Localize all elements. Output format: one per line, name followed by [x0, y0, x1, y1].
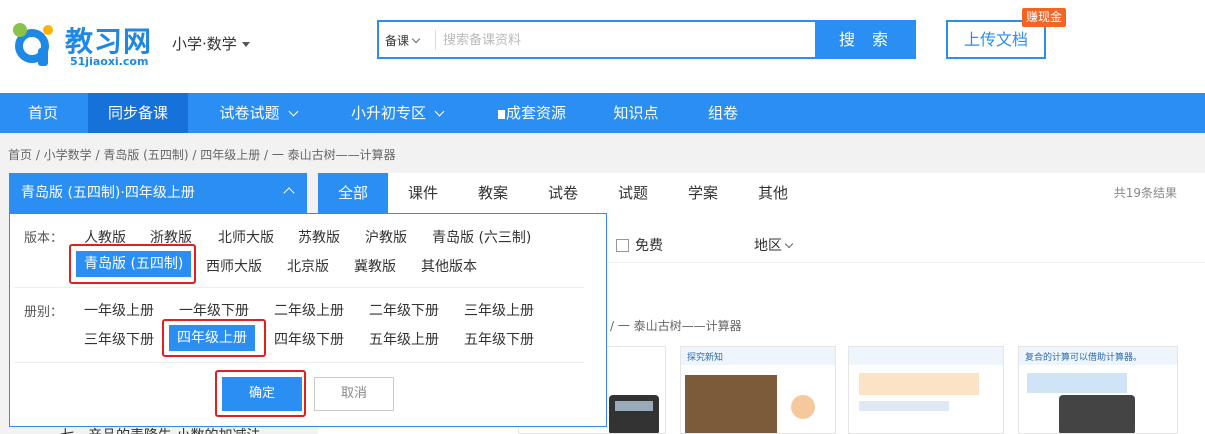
- tab-label: 全部: [337, 184, 368, 202]
- header: 教习网 51jiaoxi.com 小学·数学 备课 搜 索 上传文档 赚现金: [0, 0, 1205, 93]
- resource-path: / 一 泰山古树——计算器: [610, 319, 742, 333]
- edition-option[interactable]: 苏教版: [298, 227, 340, 247]
- subject-label: 小学·数学: [172, 35, 237, 53]
- resource-tabs: 全部 课件 教案 试卷 试题 学案 其他 共19条结果: [318, 173, 1205, 213]
- divider: [608, 262, 1205, 263]
- logo-text: 教习网: [65, 25, 153, 58]
- volume-option[interactable]: 四年级下册: [274, 329, 344, 349]
- nav-item-label: 成套资源: [505, 104, 566, 122]
- edition-option[interactable]: 青岛版 (六三制): [432, 227, 531, 247]
- search-input[interactable]: [443, 28, 803, 52]
- edition-label: 版本：: [24, 231, 64, 246]
- thumb-title: 探究新知: [687, 353, 724, 363]
- tab-label: 试卷: [547, 184, 578, 202]
- volume-label: 册别：: [24, 305, 64, 320]
- subject-selector[interactable]: 小学·数学: [172, 33, 250, 54]
- volume-option-selected[interactable]: 四年级上册: [169, 325, 255, 351]
- tab-label: 试题: [617, 184, 648, 202]
- search-box: 备课: [377, 20, 817, 59]
- search-type-dropdown[interactable]: 备课: [385, 32, 421, 49]
- edition-option[interactable]: 冀教版: [354, 256, 396, 276]
- earn-cash-badge: 赚现金: [1022, 8, 1067, 27]
- search-divider: [435, 30, 436, 50]
- chevron-down-icon: [411, 34, 421, 44]
- volume-option[interactable]: 三年级下册: [84, 329, 154, 349]
- chevron-down-icon: [288, 106, 298, 117]
- nav-item-xsc-zone[interactable]: 小升初专区: [334, 93, 460, 133]
- volume-option[interactable]: 二年级下册: [369, 300, 439, 320]
- volume-option[interactable]: 一年级下册: [179, 300, 249, 320]
- thumb-title: 复合的计算可以借助计算器。: [1025, 353, 1143, 363]
- logo-mark-icon: [13, 23, 53, 66]
- tab-label: 学案: [687, 184, 718, 202]
- filter-region-label: 地区: [754, 238, 782, 254]
- filter-free[interactable]: 免费: [616, 235, 663, 255]
- volume-option[interactable]: 一年级上册: [84, 300, 154, 320]
- nav-item-label: 同步备课: [107, 104, 168, 122]
- edition-option[interactable]: 北京版: [287, 256, 329, 276]
- tab-study-guide[interactable]: 学案: [668, 173, 738, 213]
- edition-option[interactable]: 其他版本: [421, 256, 477, 276]
- nav-item-bundles[interactable]: 成套资源: [482, 93, 582, 133]
- tab-lesson-plan[interactable]: 教案: [458, 173, 528, 213]
- tab-questions[interactable]: 试题: [598, 173, 668, 213]
- volume-option[interactable]: 三年级上册: [464, 300, 534, 320]
- nav-item-label: 首页: [27, 104, 58, 122]
- chevron-up-icon: [283, 187, 295, 199]
- cancel-button[interactable]: 取消: [314, 377, 394, 411]
- confirm-button[interactable]: 确定: [222, 377, 302, 411]
- resource-thumbnail[interactable]: 复合的计算可以借助计算器。: [1018, 346, 1178, 434]
- tab-other[interactable]: 其他: [738, 173, 808, 213]
- nav-item-label: 知识点: [613, 104, 659, 122]
- nav-item-label: 试卷试题: [219, 104, 280, 122]
- volume-option[interactable]: 五年级下册: [464, 329, 534, 349]
- dropdown-divider: [14, 287, 584, 288]
- thumb-header: [849, 347, 1003, 365]
- resource-thumbnail[interactable]: [848, 346, 1004, 434]
- tab-all[interactable]: 全部: [318, 173, 388, 213]
- edition-option[interactable]: 沪教版: [365, 227, 407, 247]
- nav-item-sync-prep[interactable]: 同步备课: [88, 93, 188, 133]
- tab-label: 其他: [757, 184, 788, 202]
- logo-subtitle: 51jiaoxi.com: [70, 55, 149, 68]
- caret-down-icon: [241, 42, 250, 47]
- edition-option[interactable]: 北师大版: [218, 227, 274, 247]
- edition-option[interactable]: 西师大版: [206, 256, 262, 276]
- checkbox-icon[interactable]: [616, 239, 629, 252]
- tab-label: 教案: [477, 184, 508, 202]
- edition-option-selected[interactable]: 青岛版 (五四制): [76, 251, 192, 277]
- breadcrumb[interactable]: 首页 / 小学数学 / 青岛版 (五四制) / 四年级上册 / 一 泰山古树——…: [8, 146, 396, 163]
- nav-item-label: 组卷: [707, 104, 738, 122]
- volume-option[interactable]: 五年级上册: [369, 329, 439, 349]
- nav-item-label: 小升初专区: [350, 104, 426, 122]
- nav-item-home[interactable]: 首页: [0, 93, 86, 133]
- edition-grade-label: 青岛版 (五四制)·四年级上册: [21, 185, 195, 201]
- tab-paper[interactable]: 试卷: [528, 173, 598, 213]
- filter-free-label: 免费: [635, 238, 663, 254]
- tab-label: 课件: [407, 184, 438, 202]
- nav-item-knowledge[interactable]: 知识点: [598, 93, 674, 133]
- tab-courseware[interactable]: 课件: [388, 173, 458, 213]
- result-count: 共19条结果: [1113, 186, 1177, 200]
- edition-grade-selector[interactable]: 青岛版 (五四制)·四年级上册: [9, 173, 307, 213]
- filter-region[interactable]: 地区: [754, 235, 794, 255]
- dropdown-divider: [14, 362, 584, 363]
- search-type-label: 备课: [385, 34, 410, 48]
- nav-item-compose[interactable]: 组卷: [690, 93, 756, 133]
- volume-option[interactable]: 二年级上册: [274, 300, 344, 320]
- logo[interactable]: 教习网 51jiaoxi.com: [8, 18, 158, 70]
- search-button[interactable]: 搜 索: [817, 20, 916, 59]
- nav-item-exams[interactable]: 试卷试题: [200, 93, 316, 133]
- bundle-icon: [497, 110, 505, 119]
- chevron-down-icon: [434, 106, 445, 117]
- main-nav: 首页 同步备课 试卷试题 小升初专区 成套资源 知识点 组卷: [0, 93, 1205, 133]
- chevron-down-icon: [784, 239, 794, 249]
- resource-thumbnail[interactable]: 探究新知: [680, 346, 836, 434]
